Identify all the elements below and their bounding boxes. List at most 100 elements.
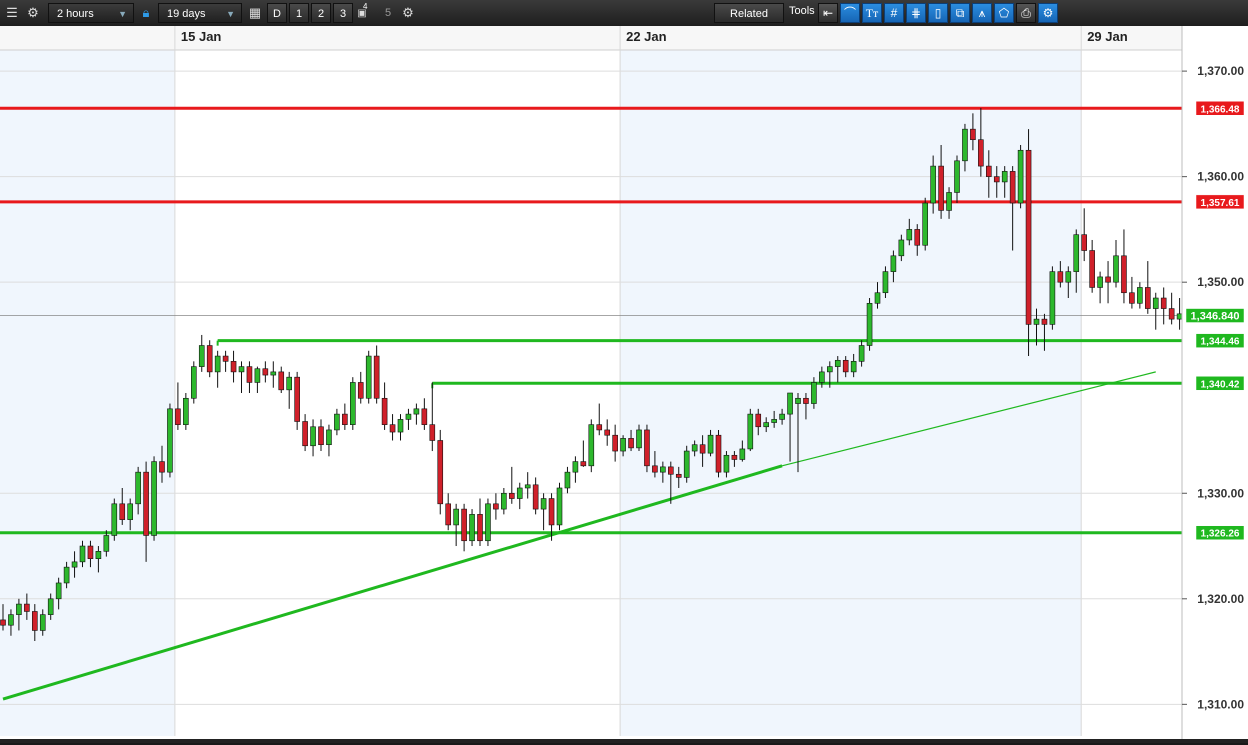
layout-button-2[interactable]: 2 bbox=[311, 3, 331, 23]
chart-area[interactable]: 15 Jan 22 Jan 29 Jan 1,310.00 1,320.00 1,330.… bbox=[0, 26, 1248, 740]
candle-down bbox=[477, 514, 483, 542]
candle-up bbox=[890, 255, 897, 272]
candle-up bbox=[310, 426, 316, 447]
date-label: 15 Jan bbox=[181, 29, 222, 44]
range-value: 19 days bbox=[167, 8, 206, 20]
candle-up bbox=[1065, 271, 1072, 283]
candle-up bbox=[501, 492, 507, 510]
candle-down bbox=[803, 397, 809, 404]
candle-up bbox=[683, 450, 690, 478]
candle-up bbox=[516, 487, 523, 499]
candle-down bbox=[230, 361, 237, 373]
candle-up bbox=[365, 355, 372, 399]
text-tool-icon[interactable]: Tт bbox=[862, 3, 882, 23]
candle-up bbox=[930, 165, 936, 204]
candle-down bbox=[437, 440, 444, 505]
candle-up bbox=[111, 503, 118, 536]
layout-button-1[interactable]: 1 bbox=[289, 3, 309, 23]
candle-up bbox=[151, 461, 157, 536]
candle-down bbox=[143, 471, 149, 536]
candle-up bbox=[819, 371, 825, 383]
candle-up bbox=[795, 397, 801, 404]
date-label: 29 Jan bbox=[1087, 29, 1128, 44]
candle-up bbox=[413, 408, 420, 415]
candle-down bbox=[914, 229, 921, 246]
candle-down bbox=[548, 498, 555, 526]
candle-down bbox=[628, 438, 634, 449]
candle-up bbox=[1001, 171, 1008, 183]
layout-button-4[interactable]: ▣ 4 bbox=[354, 2, 370, 23]
candle-up bbox=[898, 239, 905, 257]
print-icon[interactable]: ⎙ bbox=[1016, 3, 1036, 23]
candle-up bbox=[850, 361, 857, 373]
candle-up bbox=[524, 484, 531, 489]
candle-down bbox=[1009, 171, 1016, 204]
candle-down bbox=[389, 424, 396, 433]
candle-down bbox=[206, 345, 213, 373]
candle-up bbox=[826, 366, 833, 373]
candle-down bbox=[532, 484, 539, 510]
candle-up bbox=[1176, 313, 1183, 320]
candle-down bbox=[262, 368, 269, 376]
timeframe-select[interactable]: 2 hours ▼ bbox=[48, 3, 134, 23]
candle-up bbox=[556, 487, 563, 526]
shape-tool-icon[interactable]: ⬠ bbox=[994, 3, 1014, 23]
candle-up bbox=[874, 292, 881, 304]
overlay-tool-icon[interactable]: ⧉ bbox=[950, 3, 970, 23]
candle-down bbox=[0, 619, 6, 626]
back-arrow-icon[interactable]: ⇤ bbox=[818, 3, 838, 23]
layout-button-5[interactable]: 5 bbox=[378, 3, 398, 23]
pitchfork-tool-icon[interactable]: ⩚ bbox=[972, 3, 992, 23]
curve-tool-icon[interactable]: ⌒ bbox=[840, 3, 860, 23]
candle-down bbox=[493, 503, 499, 510]
related-button[interactable]: Related bbox=[714, 3, 784, 23]
candle-down bbox=[731, 454, 738, 460]
layout-button-3[interactable]: 3 bbox=[333, 3, 353, 23]
candle-up bbox=[71, 561, 78, 568]
range-select[interactable]: 19 days ▼ bbox=[158, 3, 242, 23]
candle-down bbox=[294, 376, 300, 422]
candle-down bbox=[644, 429, 650, 467]
lock-icon[interactable]: 🔒︎ bbox=[136, 3, 156, 23]
candle-down bbox=[1089, 250, 1095, 288]
grid-tool-icon[interactable]: # bbox=[884, 3, 904, 23]
candle-down bbox=[1129, 292, 1135, 304]
candle-up bbox=[564, 471, 571, 489]
resistance-tag-label: 1,357.61 bbox=[1201, 198, 1240, 209]
candle-down bbox=[175, 408, 181, 425]
candle-down bbox=[580, 461, 587, 467]
candle-down bbox=[222, 355, 229, 362]
candle-down bbox=[699, 444, 706, 454]
candle-up bbox=[95, 551, 102, 559]
candle-up bbox=[214, 355, 221, 373]
candle-down bbox=[612, 434, 618, 452]
candle-down bbox=[461, 508, 467, 542]
candle-up bbox=[254, 368, 261, 383]
fibonacci-tool-icon[interactable]: ⋕ bbox=[906, 3, 926, 23]
settings-gear-icon[interactable]: ⚙ bbox=[23, 3, 43, 23]
candle-up bbox=[47, 598, 54, 615]
candle-down bbox=[1041, 318, 1048, 325]
candle-up bbox=[334, 413, 340, 431]
tool-settings-icon[interactable]: ⚙ bbox=[1038, 3, 1058, 23]
candle-up bbox=[405, 413, 412, 420]
candle-tool-icon[interactable]: ▯ bbox=[928, 3, 948, 23]
candle-up bbox=[834, 359, 841, 367]
bottom-scrollbar[interactable] bbox=[0, 739, 1248, 743]
chart-settings-gear-icon[interactable]: ⚙ bbox=[398, 3, 418, 23]
timeframe-value: 2 hours bbox=[57, 8, 94, 20]
calendar-icon[interactable]: ▦ bbox=[245, 3, 265, 23]
layout-button-d[interactable]: D bbox=[267, 3, 287, 23]
candle-up bbox=[63, 566, 70, 584]
candle-down bbox=[357, 382, 364, 399]
candle-down bbox=[970, 128, 976, 141]
candle-down bbox=[978, 139, 984, 167]
candle-down bbox=[938, 165, 944, 211]
candle-up bbox=[747, 413, 754, 450]
candlestick-chart[interactable]: 15 Jan 22 Jan 29 Jan 1,310.00 1,320.00 1,330.… bbox=[0, 26, 1248, 740]
price-tick-label: 1,350.00 bbox=[1197, 275, 1244, 289]
chart-list-icon[interactable]: ☰ bbox=[2, 3, 22, 23]
candle-up bbox=[636, 429, 642, 449]
candle-down bbox=[675, 473, 682, 478]
candle-up bbox=[620, 438, 626, 452]
